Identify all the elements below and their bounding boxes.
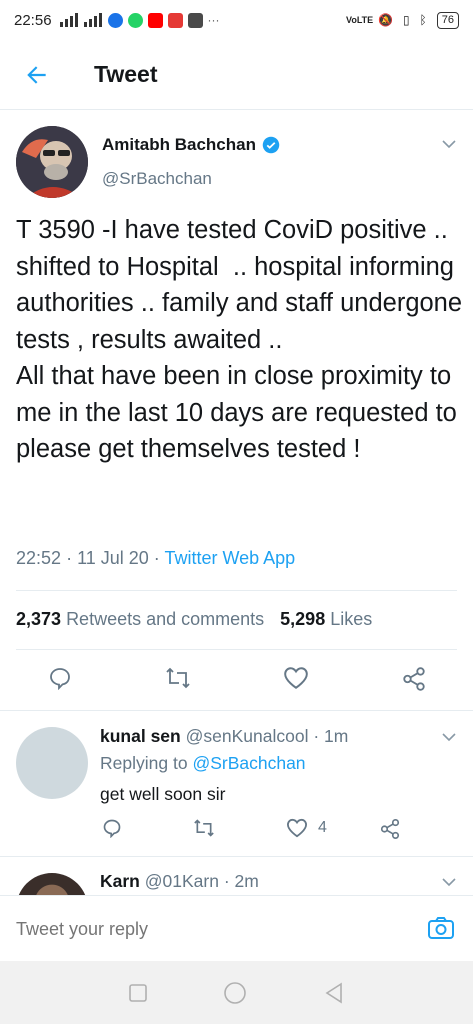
likes-count-link[interactable]: 5,298 Likes xyxy=(280,609,372,630)
engagement-counts: 2,373 Retweets and comments 5,298 Likes xyxy=(16,609,372,630)
tweet-text: T 3590 -I have tested CoviD positive .. … xyxy=(16,216,463,463)
reply-age: 2m xyxy=(234,871,259,891)
replying-to: Replying to @SrBachchan xyxy=(100,753,306,773)
author-handle[interactable]: @SrBachchan xyxy=(102,169,212,189)
home-icon[interactable] xyxy=(223,981,247,1005)
verified-badge-icon xyxy=(262,136,280,154)
tweet-time: 22:52 xyxy=(16,548,62,568)
vibrate-icon: ▯ xyxy=(402,13,410,27)
tweet-source-link[interactable]: Twitter Web App xyxy=(164,548,295,568)
reply-author-handle: @senKunalcool xyxy=(185,726,309,746)
tweet-meta: 22:52 · 11 Jul 20 · Twitter Web App xyxy=(16,548,296,568)
reply-header: kunal sen @senKunalcool · 1m xyxy=(100,726,349,746)
retweet-icon xyxy=(166,667,190,689)
chevron-down-icon[interactable] xyxy=(441,729,457,745)
reply-text: get well soon sir xyxy=(100,784,226,804)
comment-icon xyxy=(50,668,70,690)
share-icon xyxy=(403,667,425,691)
avatar[interactable] xyxy=(16,873,88,895)
share-button[interactable] xyxy=(379,818,401,840)
youtube-icon xyxy=(147,12,163,28)
reply-author-name[interactable]: Karn xyxy=(100,871,140,891)
share-icon xyxy=(380,819,400,839)
retweets-count-link[interactable]: 2,373 Retweets and comments xyxy=(16,609,264,630)
signal-icon xyxy=(59,13,78,27)
back-nav-icon[interactable] xyxy=(323,982,345,1004)
divider xyxy=(16,590,457,591)
top-app-bar: Tweet xyxy=(0,40,473,110)
system-nav-bar xyxy=(0,961,473,1024)
reply-author-name[interactable]: kunal sen xyxy=(100,726,181,746)
comment-icon xyxy=(103,819,121,838)
like-button[interactable]: 4 xyxy=(286,818,327,838)
author-avatar[interactable] xyxy=(16,126,88,198)
reply-age: 1m xyxy=(324,726,349,746)
reply-header: Karn @01Karn · 2m xyxy=(100,871,259,891)
more-notifications-icon: ··· xyxy=(207,13,220,27)
status-time: 22:56 xyxy=(14,11,52,29)
battery-icon: 76 xyxy=(436,11,459,29)
signal-icon-2 xyxy=(83,13,102,27)
app-notification-icon xyxy=(107,12,123,28)
app-notification-icon xyxy=(167,12,183,28)
recents-icon[interactable] xyxy=(128,983,148,1003)
replying-to-link[interactable]: @SrBachchan xyxy=(192,753,305,773)
camera-icon[interactable] xyxy=(426,913,456,943)
heart-icon xyxy=(284,667,308,689)
tweet-date: 11 Jul 20 xyxy=(77,548,149,568)
divider xyxy=(16,649,457,650)
reply-button[interactable] xyxy=(102,818,122,838)
back-button[interactable] xyxy=(0,40,74,110)
volte-icon: VoLTE xyxy=(345,14,374,25)
bluetooth-icon: ᛒ xyxy=(419,13,427,27)
retweet-button[interactable] xyxy=(165,666,191,690)
mute-icon: 🔕 xyxy=(377,13,393,27)
reply-composer xyxy=(0,895,473,961)
reply-tweet[interactable]: Karn @01Karn · 2m xyxy=(0,857,473,895)
retweet-icon xyxy=(194,819,214,837)
arrow-left-icon xyxy=(27,65,46,84)
heart-icon xyxy=(286,818,308,838)
reply-input[interactable] xyxy=(16,914,396,944)
chevron-down-icon[interactable] xyxy=(441,136,457,152)
like-count: 4 xyxy=(318,819,327,836)
avatar[interactable] xyxy=(16,727,88,799)
author-name[interactable]: Amitabh Bachchan xyxy=(102,135,280,155)
like-button[interactable] xyxy=(283,666,309,690)
status-bar: 22:56 ··· VoLTE 🔕 ▯ ᛒ 76 xyxy=(0,0,473,40)
reply-author-handle: @01Karn xyxy=(144,871,219,891)
gallery-icon xyxy=(187,12,203,28)
chevron-down-icon[interactable] xyxy=(441,874,457,890)
page-title: Tweet xyxy=(94,61,158,87)
reply-tweet[interactable]: kunal sen @senKunalcool · 1m Replying to… xyxy=(0,711,473,856)
share-button[interactable] xyxy=(401,666,427,692)
reply-button[interactable] xyxy=(48,666,72,690)
retweet-button[interactable] xyxy=(193,818,215,838)
app-notification-icon xyxy=(127,12,143,28)
